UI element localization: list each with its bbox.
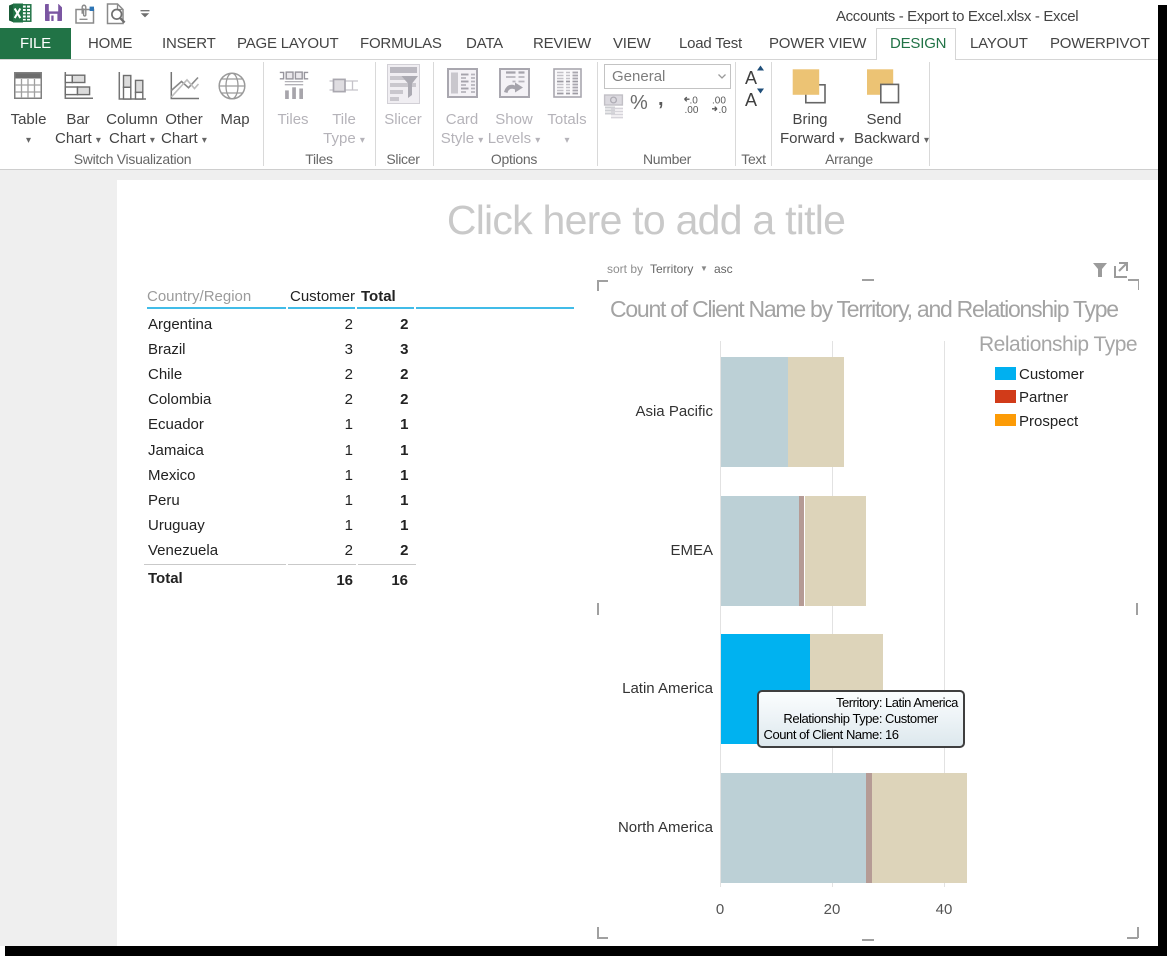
svg-text:.0: .0: [719, 105, 728, 115]
svg-text:.00: .00: [685, 105, 699, 115]
